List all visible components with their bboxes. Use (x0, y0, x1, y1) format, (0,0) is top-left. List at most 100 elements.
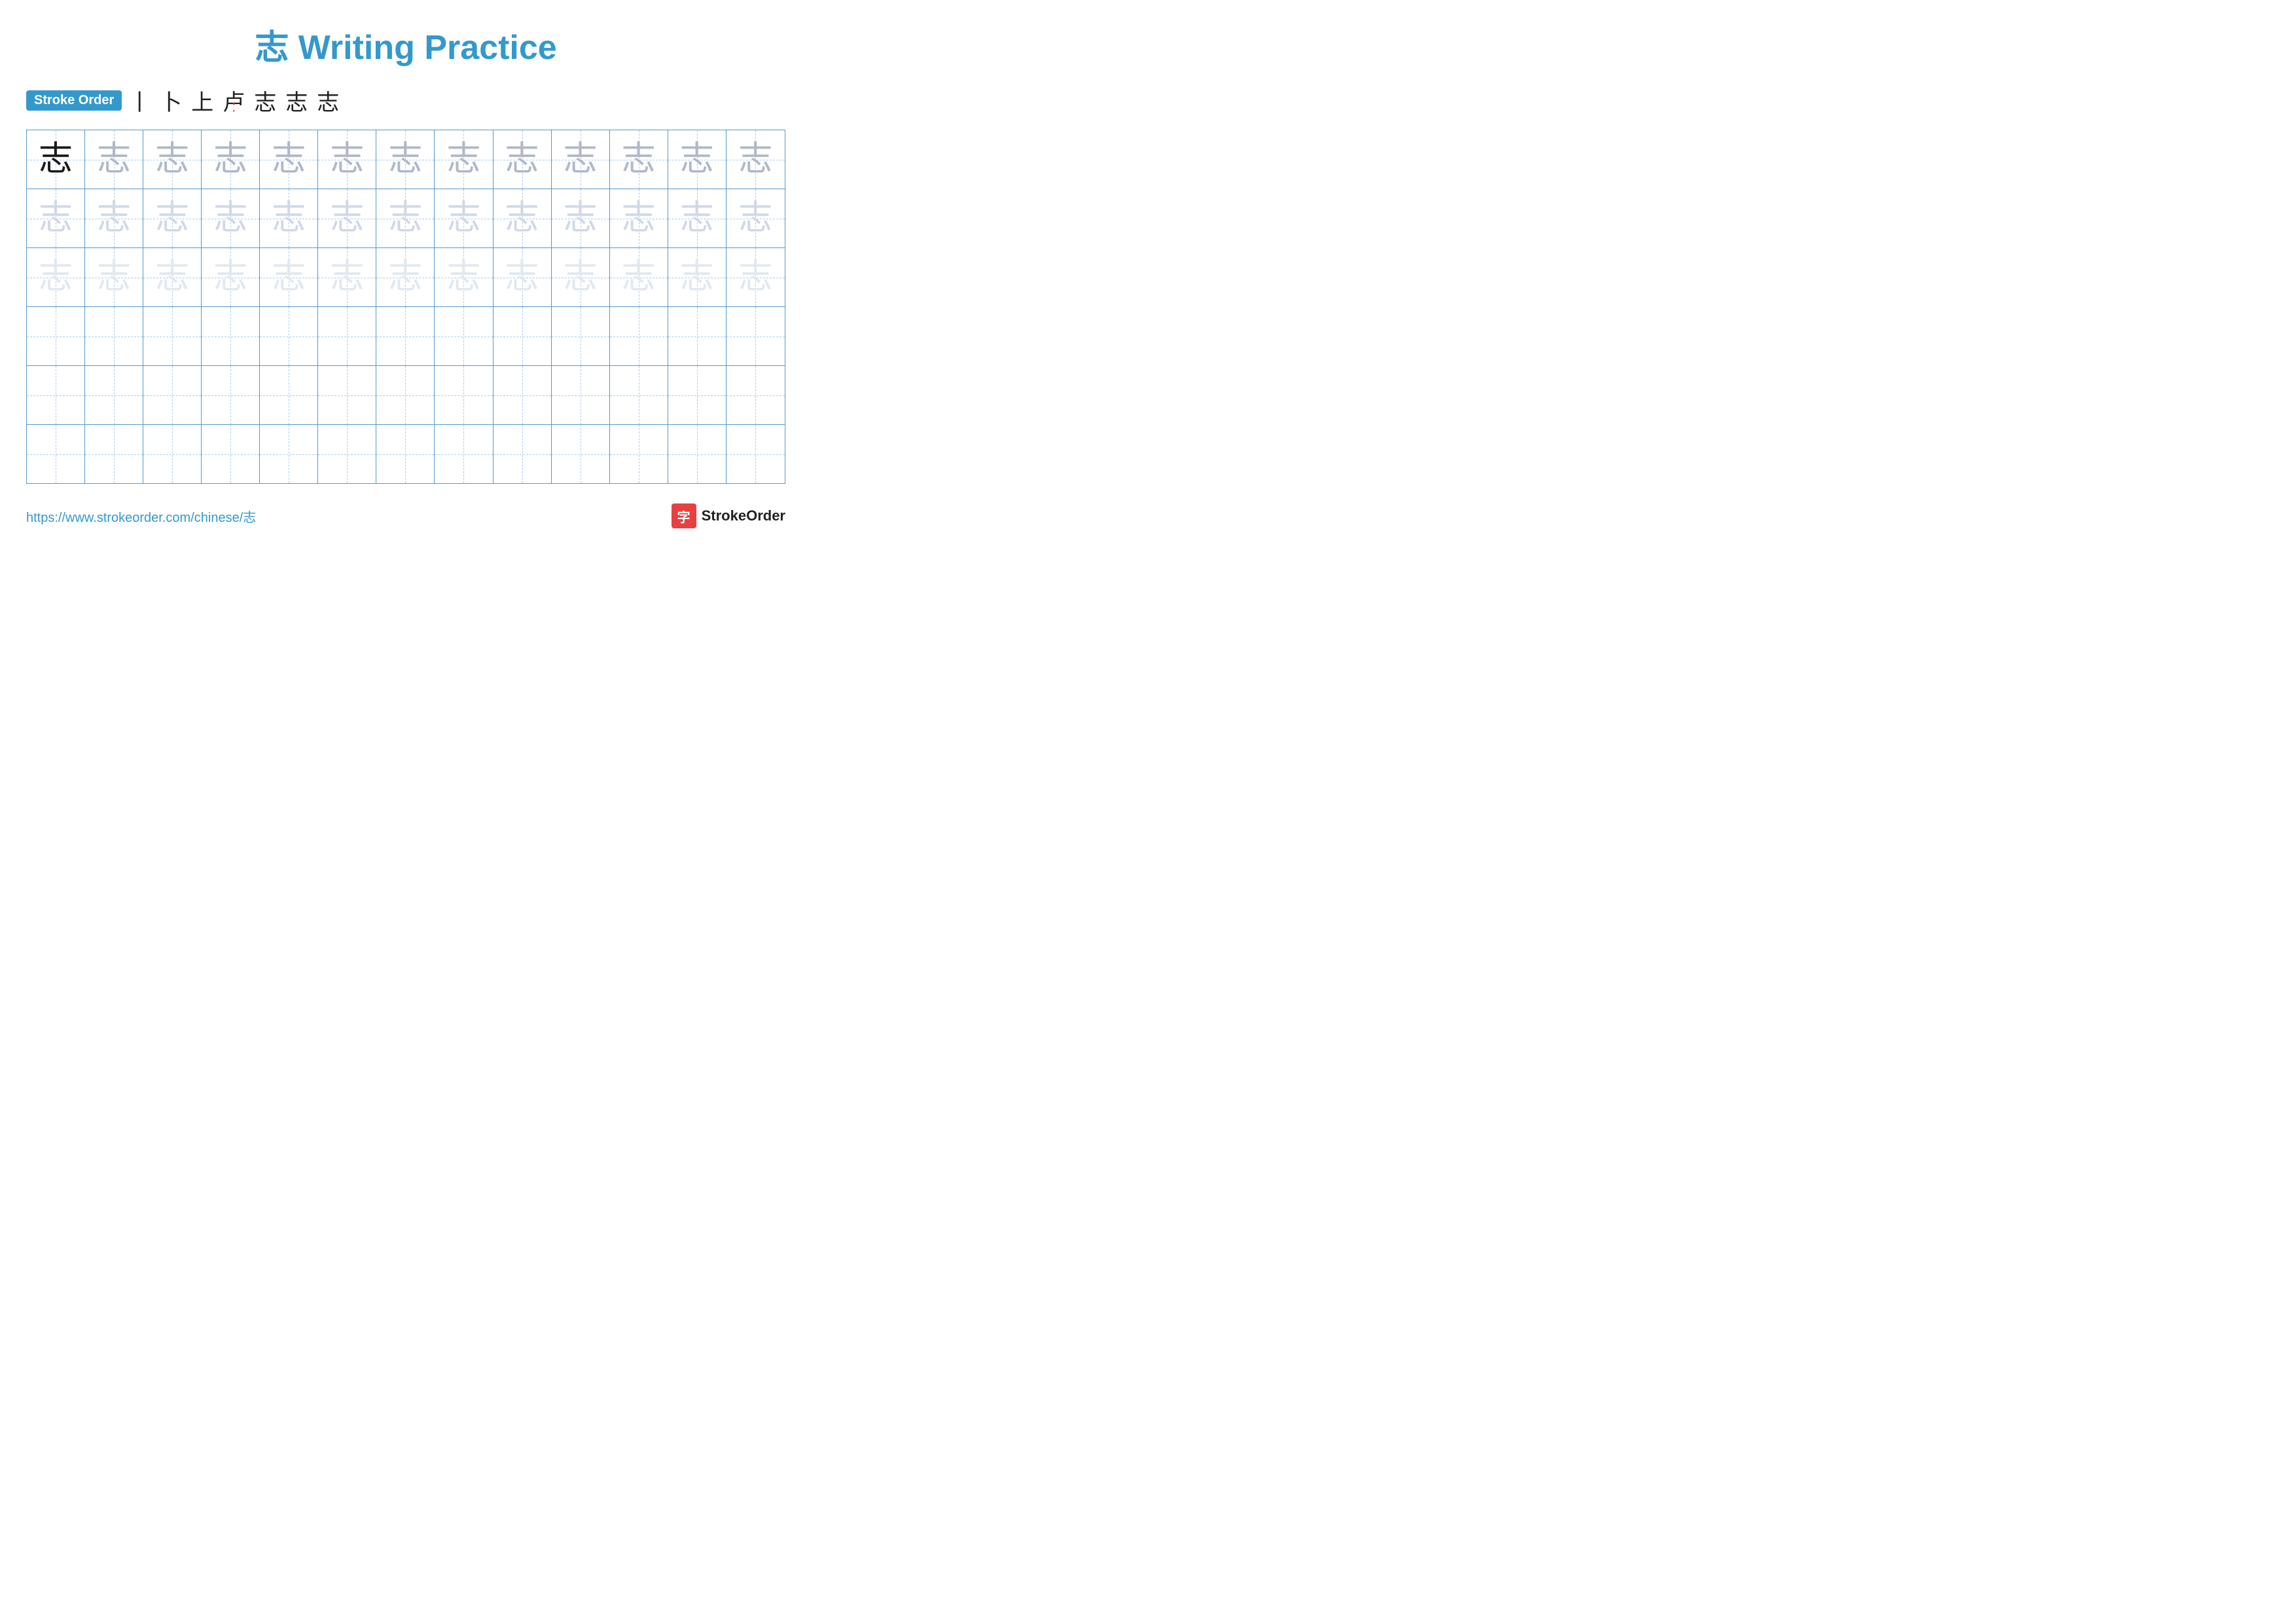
grid-cell[interactable]: 志 (435, 189, 493, 247)
grid-cell[interactable] (318, 425, 376, 483)
grid-cell[interactable]: 志 (27, 189, 85, 247)
grid-cell[interactable]: 志 (726, 248, 785, 306)
stroke-step-7: 志 (317, 84, 339, 117)
grid-cell[interactable]: 志 (376, 130, 435, 189)
grid-cell[interactable] (260, 425, 318, 483)
practice-char: 志 (97, 261, 131, 295)
grid-cell[interactable]: 志 (318, 130, 376, 189)
grid-cell[interactable]: 志 (202, 130, 260, 189)
grid-cell[interactable] (435, 307, 493, 365)
grid-cell[interactable] (85, 425, 143, 483)
grid-cell[interactable] (143, 366, 202, 424)
practice-char: 志 (330, 261, 364, 295)
grid-cell[interactable]: 志 (202, 189, 260, 247)
grid-row: 志志志志志志志志志志志志志 (27, 130, 785, 189)
grid-cell[interactable]: 志 (435, 248, 493, 306)
grid-cell[interactable] (260, 307, 318, 365)
grid-cell[interactable] (493, 307, 552, 365)
grid-cell[interactable]: 志 (376, 189, 435, 247)
grid-cell[interactable] (376, 366, 435, 424)
grid-cell[interactable]: 志 (668, 189, 726, 247)
footer-url[interactable]: https://www.strokeorder.com/chinese/志 (26, 507, 256, 526)
grid-cell[interactable]: 志 (85, 248, 143, 306)
grid-cell[interactable]: 志 (202, 248, 260, 306)
grid-cell[interactable] (143, 425, 202, 483)
grid-cell[interactable]: 志 (552, 130, 610, 189)
practice-char: 志 (738, 143, 772, 177)
grid-cell[interactable] (85, 366, 143, 424)
footer: https://www.strokeorder.com/chinese/志 字 … (26, 503, 785, 528)
practice-char: 志 (446, 261, 480, 295)
grid-cell[interactable] (610, 366, 668, 424)
grid-cell[interactable]: 志 (260, 248, 318, 306)
grid-cell[interactable] (202, 366, 260, 424)
grid-cell[interactable] (610, 425, 668, 483)
grid-cell[interactable] (85, 307, 143, 365)
grid-cell[interactable] (202, 425, 260, 483)
grid-cell[interactable] (726, 307, 785, 365)
grid-cell[interactable] (27, 366, 85, 424)
grid-cell[interactable] (493, 366, 552, 424)
grid-cell[interactable]: 志 (610, 248, 668, 306)
grid-cell[interactable] (726, 366, 785, 424)
grid-cell[interactable]: 志 (668, 248, 726, 306)
page-title: 志 Writing Practice (26, 20, 785, 69)
practice-char: 志 (213, 143, 247, 177)
grid-cell[interactable]: 志 (318, 189, 376, 247)
grid-cell[interactable]: 志 (143, 130, 202, 189)
grid-cell[interactable]: 志 (318, 248, 376, 306)
practice-char: 志 (622, 202, 656, 236)
grid-cell[interactable]: 志 (143, 189, 202, 247)
grid-cell[interactable] (318, 366, 376, 424)
grid-cell[interactable] (27, 307, 85, 365)
grid-cell[interactable]: 志 (726, 130, 785, 189)
grid-cell[interactable] (668, 366, 726, 424)
practice-char: 志 (622, 261, 656, 295)
grid-cell[interactable]: 志 (493, 248, 552, 306)
grid-cell[interactable]: 志 (610, 130, 668, 189)
stroke-step-4: 卢 · (223, 84, 245, 117)
grid-cell[interactable] (668, 425, 726, 483)
stroke-step-1: 丨 (128, 84, 151, 117)
practice-char: 志 (680, 261, 714, 295)
grid-cell[interactable]: 志 (493, 189, 552, 247)
grid-cell[interactable] (376, 425, 435, 483)
grid-cell[interactable] (726, 425, 785, 483)
grid-cell[interactable]: 志 (143, 248, 202, 306)
grid-cell[interactable]: 志 (85, 189, 143, 247)
grid-cell[interactable] (610, 307, 668, 365)
grid-cell[interactable] (552, 425, 610, 483)
grid-cell[interactable]: 志 (493, 130, 552, 189)
grid-cell[interactable] (552, 366, 610, 424)
grid-cell[interactable] (27, 425, 85, 483)
practice-char: 志 (738, 261, 772, 295)
grid-cell[interactable]: 志 (260, 189, 318, 247)
grid-cell[interactable] (376, 307, 435, 365)
grid-cell[interactable]: 志 (552, 248, 610, 306)
stroke-steps: 丨 卜 上 卢 · 志 志 志 (128, 84, 339, 117)
grid-cell[interactable] (493, 425, 552, 483)
practice-char: 志 (330, 202, 364, 236)
grid-cell[interactable] (435, 425, 493, 483)
grid-cell[interactable]: 志 (552, 189, 610, 247)
grid-cell[interactable]: 志 (27, 248, 85, 306)
grid-cell[interactable] (552, 307, 610, 365)
stroke-step-3: 上 (191, 84, 213, 117)
grid-cell[interactable] (668, 307, 726, 365)
grid-cell[interactable]: 志 (610, 189, 668, 247)
footer-logo: 字 StrokeOrder (672, 503, 785, 528)
grid-cell[interactable]: 志 (27, 130, 85, 189)
grid-cell[interactable] (260, 366, 318, 424)
grid-row: 志志志志志志志志志志志志志 (27, 189, 785, 248)
grid-cell[interactable] (202, 307, 260, 365)
grid-cell[interactable] (143, 307, 202, 365)
grid-cell[interactable]: 志 (726, 189, 785, 247)
grid-cell[interactable]: 志 (85, 130, 143, 189)
grid-cell[interactable]: 志 (260, 130, 318, 189)
practice-char: 志 (97, 143, 131, 177)
grid-cell[interactable] (435, 366, 493, 424)
grid-cell[interactable] (318, 307, 376, 365)
grid-cell[interactable]: 志 (435, 130, 493, 189)
grid-cell[interactable]: 志 (668, 130, 726, 189)
grid-cell[interactable]: 志 (376, 248, 435, 306)
